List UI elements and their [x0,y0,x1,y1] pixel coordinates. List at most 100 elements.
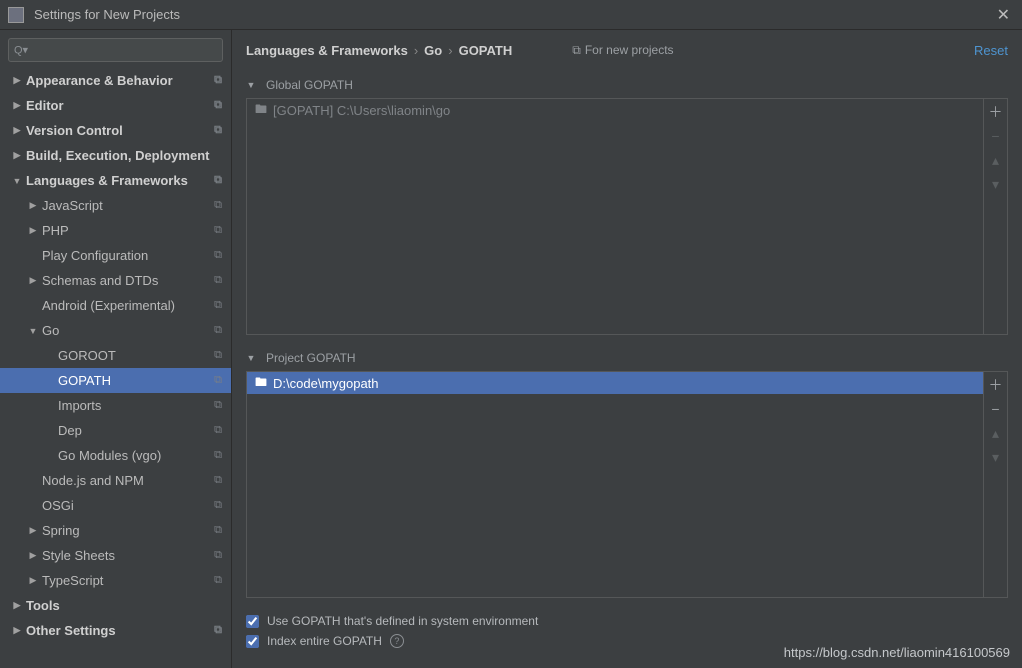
copy-icon: ⧉ [211,399,225,412]
copy-icon: ⧉ [211,349,225,362]
tree-item-label: Languages & Frameworks [26,173,211,188]
tree-item-go[interactable]: ▼ Go⧉ [0,318,231,343]
tree-item-label: Android (Experimental) [42,298,211,313]
tree-item-other-settings[interactable]: ▶Other Settings⧉ [0,618,231,643]
close-icon[interactable]: ✕ [993,5,1014,25]
move-up-icon[interactable]: ▴ [992,426,999,440]
tree-item-tools[interactable]: ▶ Tools [0,593,231,618]
tree-item-spring[interactable]: ▶Spring⧉ [0,518,231,543]
global-gopath-header[interactable]: ▼ Global GOPATH [246,70,1008,98]
sidebar: Q▾ ▶Appearance & Behavior⧉▶Editor⧉▶Versi… [0,30,232,668]
copy-icon: ⧉ [211,249,225,262]
chevron-right-icon: ▶ [28,550,38,561]
tree-item-label: OSGi [42,498,211,513]
checkbox-input[interactable] [246,615,259,628]
list-item-label: [GOPATH] C:\Users\liaomin\go [273,103,450,118]
app-icon [8,7,24,23]
project-gopath-header[interactable]: ▼ Project GOPATH [246,343,1008,371]
use-system-gopath-checkbox[interactable]: Use GOPATH that's defined in system envi… [246,614,1008,628]
list-item[interactable]: 🖿 D:\code\mygopath [247,372,983,394]
copy-icon: ⧉ [211,374,225,387]
tree-item-imports[interactable]: ▶Imports⧉ [0,393,231,418]
project-gopath-controls: ＋ − ▴ ▾ [983,372,1007,597]
tree-item-gopath[interactable]: ▶GOPATH⧉ [0,368,231,393]
project-gopath-list[interactable]: 🖿 D:\code\mygopath [247,372,983,597]
tree-item-version-control[interactable]: ▶ Version Control⧉ [0,118,231,143]
list-item-label: D:\code\mygopath [273,376,379,391]
tree-item-label: Editor [26,98,211,113]
tree-item-play-configuration[interactable]: ▶Play Configuration⧉ [0,243,231,268]
settings-tree: ▶Appearance & Behavior⧉▶Editor⧉▶Version … [0,68,231,668]
tree-item-goroot[interactable]: ▶GOROOT⧉ [0,343,231,368]
breadcrumb-item: Languages & Frameworks [246,43,408,58]
breadcrumb-item: GOPATH [459,43,513,58]
chevron-down-icon: ▼ [246,353,256,363]
tree-item-label: GOROOT [58,348,211,363]
copy-icon: ⧉ [211,124,225,137]
watermark: https://blog.csdn.net/liaomin416100569 [784,645,1010,660]
tree-item-android-experimental-[interactable]: ▶Android (Experimental)⧉ [0,293,231,318]
content-header: Languages & Frameworks › Go › GOPATH ⧉ F… [232,30,1022,70]
chevron-right-icon: ▶ [28,225,38,236]
copy-icon: ⧉ [211,474,225,487]
tree-item-label: Style Sheets [42,548,211,563]
tree-item-label: Spring [42,523,211,538]
tree-item-label: Tools [26,598,225,613]
chevron-right-icon: ▶ [12,125,22,136]
copy-icon: ⧉ [211,499,225,512]
search-input[interactable] [8,38,223,62]
tree-item-appearance-behavior[interactable]: ▶Appearance & Behavior⧉ [0,68,231,93]
reset-link[interactable]: Reset [974,43,1008,58]
move-down-icon[interactable]: ▾ [992,450,999,464]
tree-item-javascript[interactable]: ▶JavaScript⧉ [0,193,231,218]
tree-item-php[interactable]: ▶PHP⧉ [0,218,231,243]
remove-icon[interactable]: − [991,129,999,143]
chevron-down-icon: ▼ [12,176,22,186]
move-down-icon[interactable]: ▾ [992,177,999,191]
copy-icon: ⧉ [211,424,225,437]
copy-icon: ⧉ [211,324,225,337]
remove-icon[interactable]: − [991,402,999,416]
tree-item-node-js-and-npm[interactable]: ▶Node.js and NPM⧉ [0,468,231,493]
tree-item-style-sheets[interactable]: ▶ Style Sheets⧉ [0,543,231,568]
checkbox-input[interactable] [246,635,259,648]
tree-item-label: Dep [58,423,211,438]
breadcrumb-item: Go [424,43,442,58]
tree-item-build-execution-deployment[interactable]: ▶Build, Execution, Deployment [0,143,231,168]
tree-item-label: Other Settings [26,623,211,638]
move-up-icon[interactable]: ▴ [992,153,999,167]
tree-item-go-modules-vgo-[interactable]: ▶Go Modules (vgo)⧉ [0,443,231,468]
window-title: Settings for New Projects [34,7,993,22]
project-gopath-panel: 🖿 D:\code\mygopath ＋ − ▴ ▾ [246,371,1008,598]
tree-item-label: Schemas and DTDs [42,273,211,288]
list-item[interactable]: 🖿 [GOPATH] C:\Users\liaomin\go [247,99,983,121]
tree-item-typescript[interactable]: ▶TypeScript⧉ [0,568,231,593]
for-new-projects-label: ⧉ For new projects [572,43,673,58]
add-icon[interactable]: ＋ [989,378,1003,392]
tree-item-languages-frameworks[interactable]: ▼Languages & Frameworks⧉ [0,168,231,193]
folder-icon: 🖿 [255,100,267,121]
folder-icon: 🖿 [255,373,267,394]
tree-item-label: TypeScript [42,573,211,588]
chevron-down-icon: ▼ [28,326,38,336]
tree-item-label: Go [42,323,211,338]
breadcrumb-separator-icon: › [448,43,452,58]
tree-item-label: Go Modules (vgo) [58,448,211,463]
chevron-right-icon: ▶ [28,525,38,536]
tree-item-editor[interactable]: ▶Editor⧉ [0,93,231,118]
copy-icon: ⧉ [211,449,225,462]
copy-icon: ⧉ [211,74,225,87]
tree-item-label: JavaScript [42,198,211,213]
tree-item-osgi[interactable]: ▶OSGi⧉ [0,493,231,518]
tree-item-label: Version Control [26,123,211,138]
chevron-right-icon: ▶ [28,575,38,586]
chevron-right-icon: ▶ [12,600,22,611]
tree-item-schemas-and-dtds[interactable]: ▶Schemas and DTDs⧉ [0,268,231,293]
tree-item-label: GOPATH [58,373,211,388]
tree-item-dep[interactable]: ▶Dep⧉ [0,418,231,443]
chevron-right-icon: ▶ [28,200,38,211]
copy-icon: ⧉ [211,549,225,562]
global-gopath-list[interactable]: 🖿 [GOPATH] C:\Users\liaomin\go [247,99,983,334]
help-icon[interactable]: ? [390,634,404,648]
add-icon[interactable]: ＋ [989,105,1003,119]
